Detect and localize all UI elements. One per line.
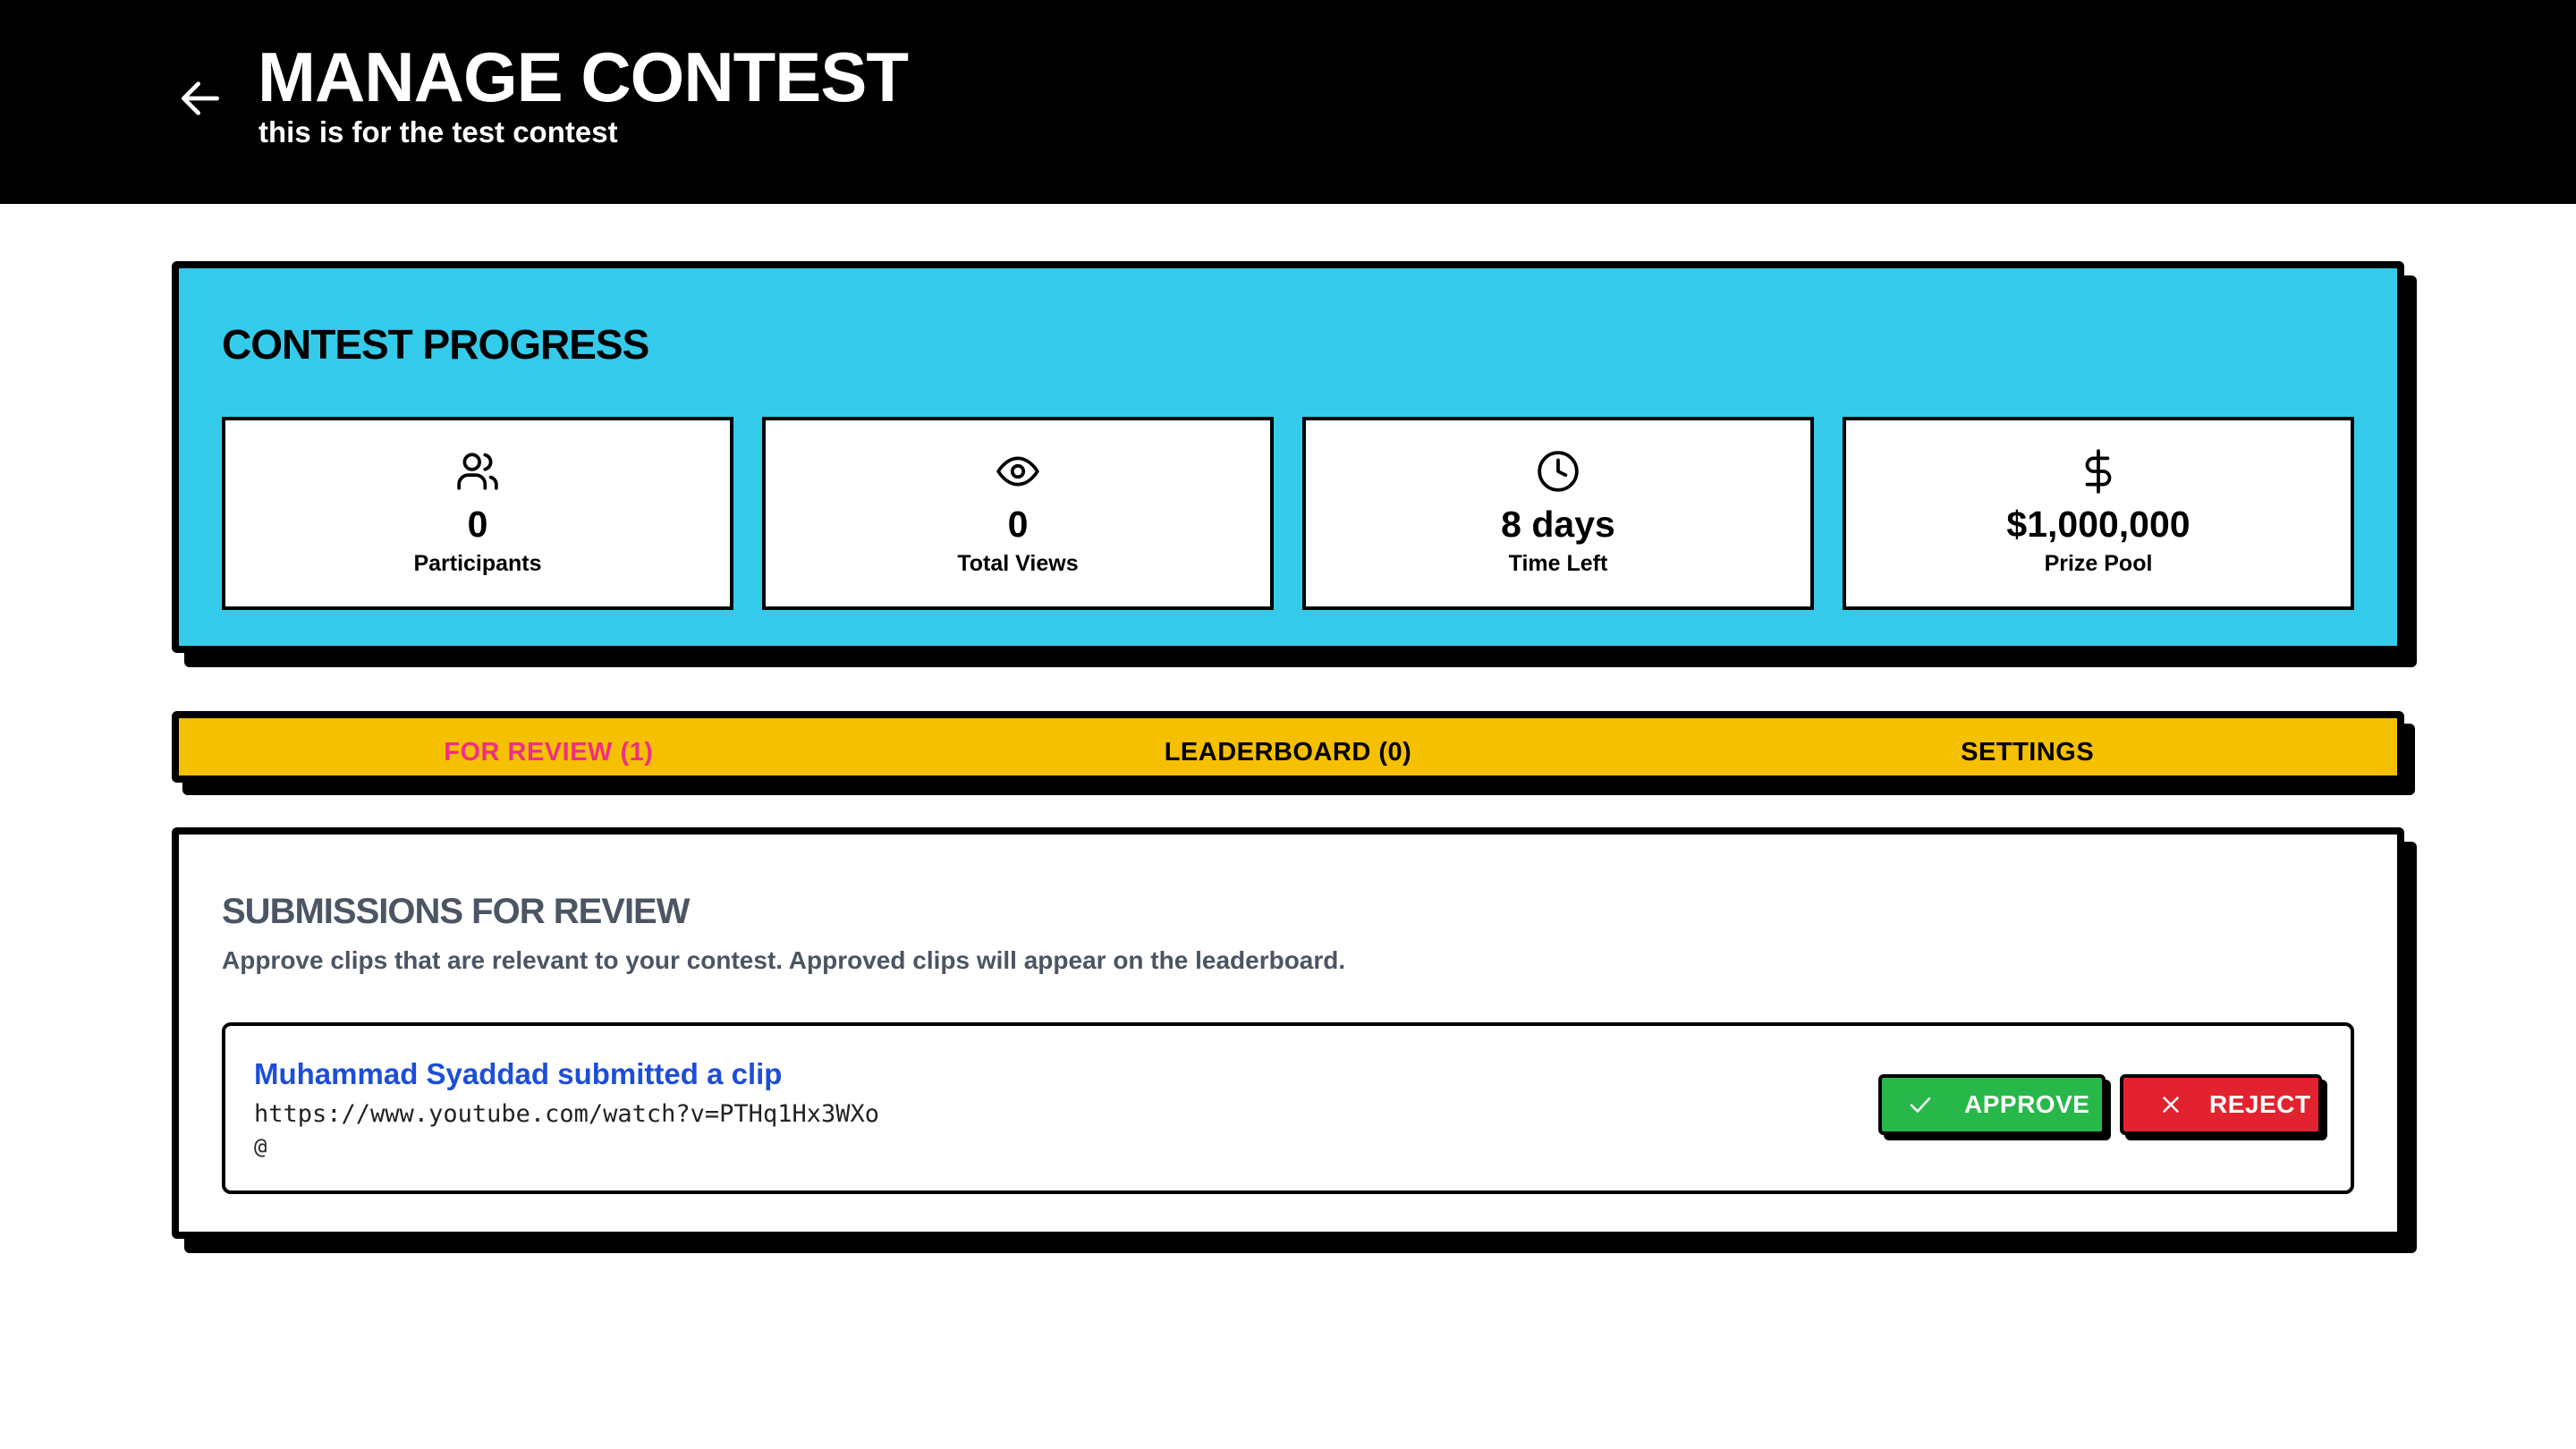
stat-label: Participants [413,551,542,576]
close-icon [2157,1091,2184,1118]
stat-label: Total Views [957,551,1079,576]
reject-label: REJECT [2209,1090,2311,1118]
submissions-card: SUBMISSIONS FOR REVIEW Approve clips tha… [172,827,2404,1239]
stat-label: Time Left [1508,551,1608,576]
page-header: MANAGE CONTEST this is for the test cont… [0,0,2576,204]
tab-bar: FOR REVIEW (1) LEADERBOARD (0) SETTINGS [172,711,2404,783]
arrow-left-icon [175,73,225,123]
submission-handle: @ [254,1134,267,1159]
check-icon [1907,1091,1934,1118]
stat-value: $1,000,000 [2006,504,2190,545]
approve-label: APPROVE [1964,1090,2090,1118]
users-icon [455,449,500,494]
tab-for-review[interactable]: FOR REVIEW (1) [179,718,919,775]
submissions-description: Approve clips that are relevant to your … [222,946,1346,974]
submissions-title: SUBMISSIONS FOR REVIEW [222,892,690,931]
contest-progress-card: CONTEST PROGRESS 0 Participants 0 Total … [172,261,2404,653]
stat-total-views: 0 Total Views [762,417,1274,610]
submission-url: https://www.youtube.com/watch?v=PTHq1Hx3… [254,1100,879,1128]
dollar-icon [2076,449,2121,494]
tab-settings[interactable]: SETTINGS [1657,718,2397,775]
reject-button[interactable]: REJECT [2120,1074,2322,1135]
page-title: MANAGE CONTEST [258,38,909,116]
submission-item: Muhammad Syaddad submitted a clip https:… [222,1022,2354,1194]
stat-value: 0 [1007,504,1029,545]
stat-label: Prize Pool [2044,551,2153,576]
tab-leaderboard[interactable]: LEADERBOARD (0) [919,718,1658,775]
page-subtitle: this is for the test contest [258,115,618,148]
clock-icon [1536,449,1580,494]
approve-button[interactable]: APPROVE [1878,1074,2106,1135]
submission-title-link[interactable]: Muhammad Syaddad submitted a clip [254,1056,782,1092]
stats-grid: 0 Participants 0 Total Views 8 days Time [222,417,2354,610]
stat-prize-pool: $1,000,000 Prize Pool [1843,417,2354,610]
eye-icon [996,449,1040,494]
stat-value: 0 [467,504,488,545]
stat-participants: 0 Participants [222,417,733,610]
back-button[interactable] [175,73,225,123]
stat-time-left: 8 days Time Left [1302,417,1814,610]
stat-value: 8 days [1501,504,1615,545]
contest-progress-title: CONTEST PROGRESS [222,321,649,368]
